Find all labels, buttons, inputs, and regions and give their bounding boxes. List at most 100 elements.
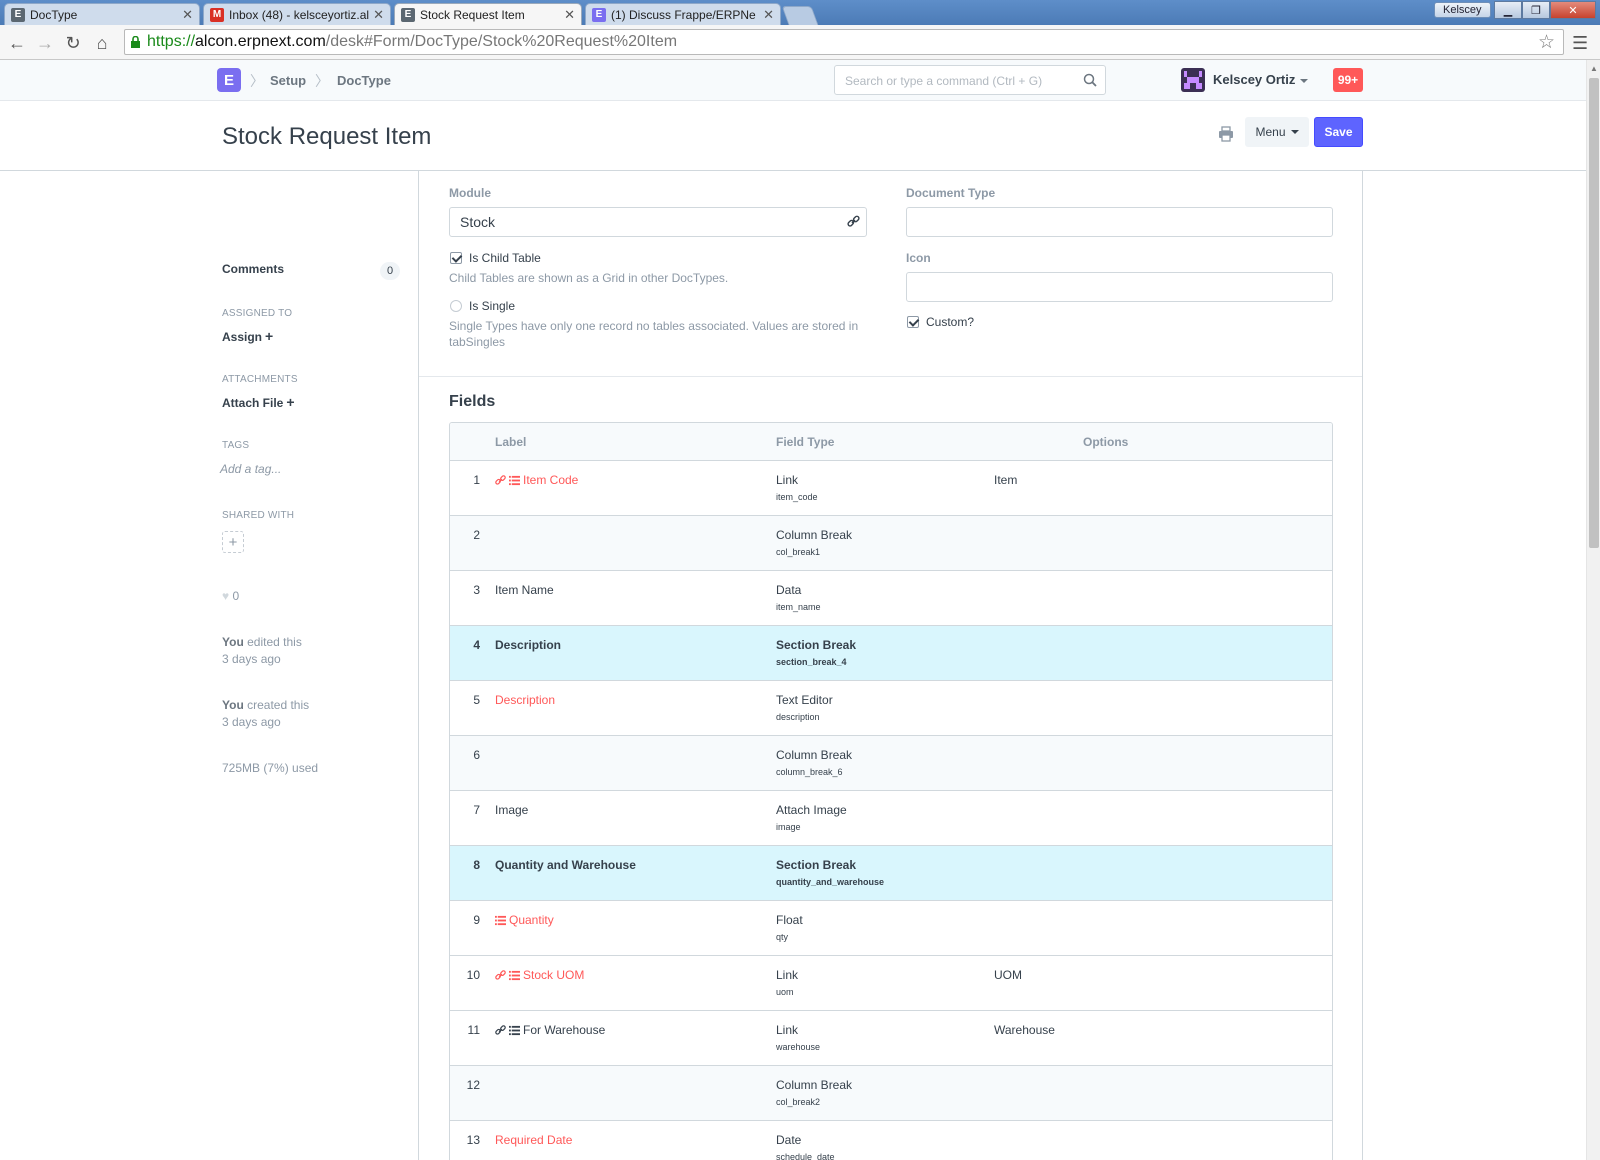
page-scrollbar[interactable]: ▲ [1586, 60, 1600, 1160]
custom-checkbox[interactable] [907, 316, 919, 328]
row-label: Required Date [495, 1133, 572, 1147]
scrollbar-thumb[interactable] [1589, 78, 1599, 548]
print-icon[interactable] [1218, 126, 1234, 142]
is-single-checkbox[interactable] [450, 300, 462, 312]
table-row[interactable]: 5 Description Text Editor description [450, 681, 1332, 736]
plus-icon: + [286, 394, 295, 410]
new-tab-button[interactable] [781, 6, 819, 25]
browser-menu-icon[interactable]: ☰ [1572, 33, 1588, 54]
tab-close-icon[interactable]: ✕ [373, 7, 384, 23]
document-type-input[interactable] [906, 207, 1333, 237]
search-icon [1083, 73, 1097, 87]
column-header-field-type: Field Type [776, 435, 835, 449]
table-row[interactable]: 2 Column Break col_break1 [450, 516, 1332, 571]
forward-arrow-icon[interactable]: → [34, 32, 56, 54]
custom-label: Custom? [926, 315, 975, 329]
created-by: You [222, 698, 244, 712]
grid-header-row: Label Field Type Options [450, 423, 1332, 461]
table-row[interactable]: 10 Stock UOM Link uom UOM [450, 956, 1332, 1011]
page-head: Stock Request Item Menu Save [0, 101, 1586, 171]
row-index: 11 [467, 1023, 480, 1037]
comments-link[interactable]: Comments [222, 262, 284, 276]
attach-file-link[interactable]: Attach File + [222, 394, 295, 410]
is-single-help: Single Types have only one record no tab… [449, 318, 858, 350]
icon-input[interactable] [906, 272, 1333, 302]
home-icon[interactable]: ⌂ [91, 32, 113, 54]
browser-tab[interactable]: M Inbox (48) - kelsceyortiz.al ✕ [203, 3, 391, 25]
tab-close-icon[interactable]: ✕ [564, 7, 575, 23]
is-child-table-checkbox[interactable] [450, 252, 462, 264]
row-label: Stock UOM [495, 968, 584, 982]
row-label: Description [495, 638, 561, 652]
row-options: Warehouse [994, 1023, 1055, 1037]
browser-tab[interactable]: E DocType ✕ [4, 3, 200, 25]
address-bar[interactable]: https://alcon.erpnext.com/desk#Form/DocT… [124, 29, 1564, 55]
user-menu[interactable]: Kelscey Ortiz [1213, 72, 1309, 87]
app-logo[interactable]: E [217, 68, 241, 92]
table-row[interactable]: 1 Item Code Link item_code Item [450, 461, 1332, 516]
row-field-type: Link [776, 968, 799, 982]
row-label: For Warehouse [495, 1023, 605, 1037]
tab-close-icon[interactable]: ✕ [763, 7, 774, 23]
like-button[interactable]: ♥ 0 [222, 589, 239, 603]
menu-dropdown-button[interactable]: Menu [1245, 117, 1309, 147]
table-row[interactable]: 7 Image Attach Image image [450, 791, 1332, 846]
assign-link[interactable]: Assign + [222, 328, 273, 344]
tab-label: Inbox (48) - kelsceyortiz.al [229, 7, 370, 22]
url-path: /desk#Form/DocType/Stock%20Request%20Ite… [325, 33, 678, 50]
table-row[interactable]: 4 Description Section Break section_break_4 [450, 626, 1332, 681]
table-row[interactable]: 12 Column Break col_break2 [450, 1066, 1332, 1121]
row-fieldname: column_break_6 [776, 767, 843, 777]
storage-usage: 725MB (7%) used [222, 761, 319, 775]
plus-icon: + [265, 328, 274, 344]
awesome-bar-search[interactable]: Search or type a command (Ctrl + G) [834, 65, 1106, 95]
section-divider [419, 376, 1362, 377]
module-input[interactable]: Stock [449, 207, 867, 237]
scroll-up-icon[interactable]: ▲ [1590, 64, 1598, 73]
minimize-icon[interactable]: ▁ [1494, 1, 1522, 19]
restore-icon[interactable]: ❐ [1522, 1, 1550, 19]
browser-profile-chip[interactable]: Kelscey [1434, 2, 1491, 18]
row-index: 8 [473, 858, 480, 872]
row-label-text: Image [495, 803, 529, 817]
tab-close-icon[interactable]: ✕ [182, 7, 193, 23]
reload-icon[interactable]: ↻ [62, 32, 84, 54]
lock-icon [131, 36, 140, 48]
row-label-text: Item Name [495, 583, 554, 597]
grid-body: 1 Item Code Link item_code Item 2 Column Break… [450, 461, 1332, 1160]
back-arrow-icon[interactable]: ← [6, 32, 28, 54]
assigned-to-heading: ASSIGNED TO [222, 308, 293, 319]
is-single-help-line-1: Single Types have only one record no tab… [449, 319, 859, 333]
browser-tab[interactable]: E Stock Request Item ✕ [394, 3, 582, 25]
link-icon [495, 474, 506, 485]
save-button[interactable]: Save [1314, 117, 1363, 147]
notifications-badge[interactable]: 99+ [1333, 68, 1363, 92]
table-row[interactable]: 6 Column Break column_break_6 [450, 736, 1332, 791]
table-row[interactable]: 8 Quantity and Warehouse Section Break quan… [450, 846, 1332, 901]
like-count: 0 [232, 589, 240, 603]
share-add-button[interactable]: + [222, 531, 244, 553]
table-row[interactable]: 13 Required Date Date schedule_date [450, 1121, 1332, 1160]
row-field-type: Data [776, 583, 802, 597]
close-window-icon[interactable]: ✕ [1550, 1, 1596, 19]
row-label-text: Description [495, 693, 556, 707]
app-navbar: E 〉 Setup 〉 DocType Search or type a com… [0, 60, 1586, 101]
row-fieldname: item_code [776, 492, 818, 502]
row-options: Item [994, 473, 1018, 487]
add-tag-input[interactable]: Add a tag... [220, 462, 281, 476]
bookmark-star-icon[interactable]: ☆ [1538, 31, 1555, 54]
breadcrumb-doctype[interactable]: DocType [337, 73, 391, 88]
table-row[interactable]: 3 Item Name Data item_name [450, 571, 1332, 626]
table-row[interactable]: 11 For Warehouse Link warehouse Warehouse [450, 1011, 1332, 1066]
breadcrumb-setup[interactable]: Setup [270, 73, 306, 88]
browser-tab[interactable]: E (1) Discuss Frappe/ERPNe ✕ [585, 3, 781, 25]
row-field-type: Link [776, 1023, 799, 1037]
link-icon[interactable] [847, 215, 860, 228]
module-label: Module [449, 186, 491, 200]
tags-heading: TAGS [222, 440, 250, 451]
user-avatar[interactable] [1181, 68, 1205, 92]
row-field-type: Column Break [776, 1078, 853, 1092]
table-row[interactable]: 9 Quantity Float qty [450, 901, 1332, 956]
row-index: 1 [473, 473, 480, 487]
row-fieldname: uom [776, 987, 794, 997]
